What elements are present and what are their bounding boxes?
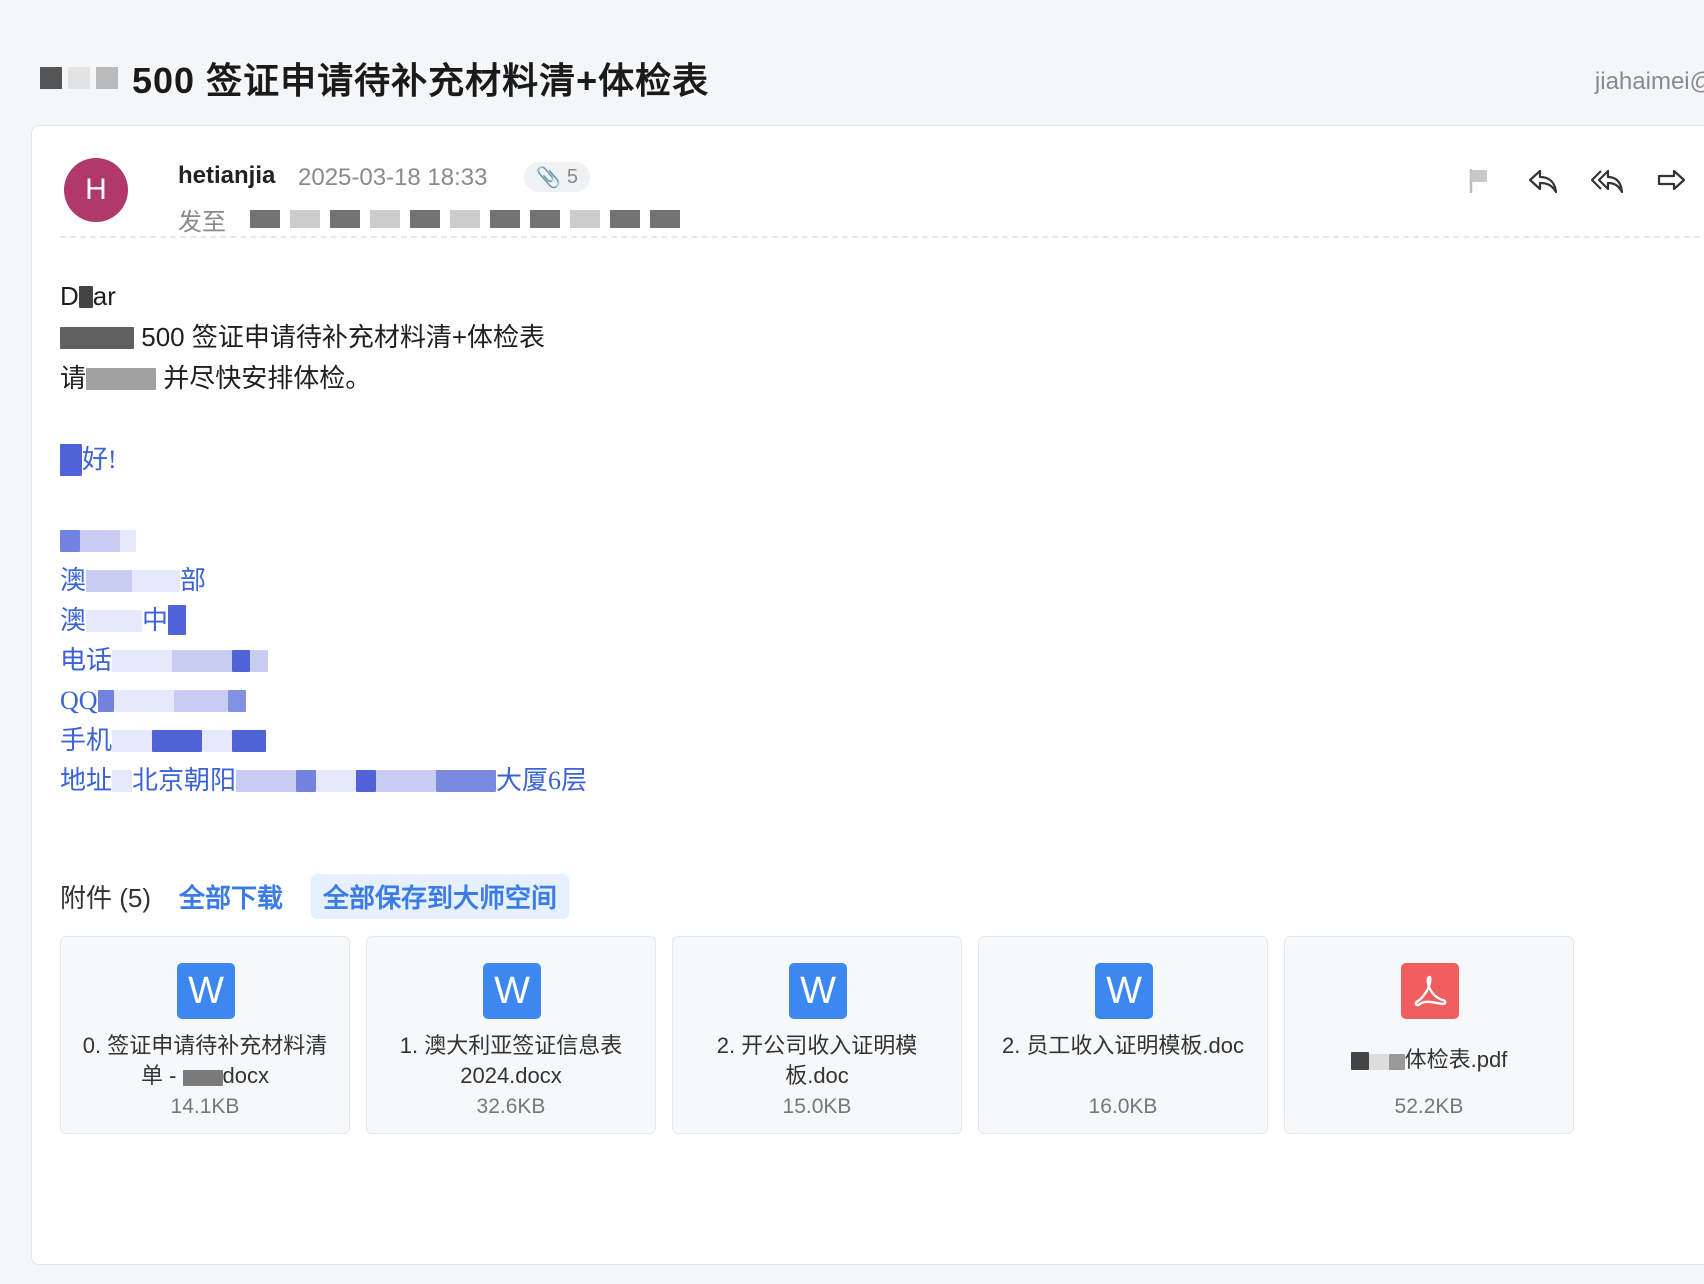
attachments-title: 附件 (5): [60, 882, 152, 913]
attachment-name: 2. 员工收入证明模板.doc: [1001, 1033, 1245, 1058]
attachment-size: 15.0KB: [782, 1095, 852, 1118]
mail-reader: 500 签证申请待补充材料清+体检表 jiahaimei@ H hetianji…: [0, 0, 1704, 1284]
reply-all-icon: [1591, 169, 1623, 194]
attachment-size: 16.0KB: [1088, 1095, 1158, 1118]
signature-phone: 电话: [60, 641, 1360, 681]
signature-line: 澳部: [60, 561, 1360, 601]
sender-row: H hetianjia 2025-03-18 18:33 📎 5 发至: [64, 154, 1704, 236]
word-file-icon: W: [1095, 963, 1153, 1019]
body-line: 请 并尽快安排体检。: [60, 358, 1360, 399]
body-text: ar: [92, 281, 116, 311]
attachments-header: 附件 (5) 全部下载 全部保存到大师空间: [60, 873, 570, 919]
redacted-block: [40, 67, 118, 89]
attachment-card[interactable]: 体检表.pdf 52.2KB: [1284, 936, 1574, 1134]
greeting-text: 好!: [82, 445, 117, 474]
flag-icon: [1469, 169, 1487, 193]
header-divider: [60, 236, 1704, 238]
signature-text: QQ: [60, 686, 98, 715]
attachment-card[interactable]: W 2. 员工收入证明模板.doc 16.0KB: [978, 936, 1268, 1134]
paperclip-icon: 📎: [536, 166, 561, 189]
attachment-size: 14.1KB: [170, 1095, 240, 1118]
signature-text: 部: [180, 566, 207, 595]
pdf-file-icon: [1401, 963, 1459, 1019]
mail-subject: 500 签证申请待补充材料清+体检表: [40, 52, 709, 104]
acrobat-icon: [1414, 975, 1447, 1007]
signature-text: 澳: [60, 566, 87, 595]
download-all-link[interactable]: 全部下载: [179, 878, 283, 915]
mail-card: H hetianjia 2025-03-18 18:33 📎 5 发至 D ar…: [31, 125, 1704, 1265]
signature-text: 地址: [60, 766, 113, 795]
signature-line: 澳中: [60, 601, 1360, 641]
signature-text: 手机: [60, 726, 113, 755]
body-line: 500 签证申请待补充材料清+体检表: [60, 317, 1360, 358]
forward-icon: [1657, 169, 1686, 191]
reply-button[interactable]: [1526, 164, 1560, 198]
to-label: 发至: [178, 209, 226, 236]
reply-icon: [1528, 169, 1558, 194]
sender-name[interactable]: hetianjia: [178, 162, 275, 190]
attachment-name: 2. 开公司收入证明模板.doc: [716, 1033, 918, 1088]
body-text: D: [60, 281, 79, 311]
body-text: 500 签证申请待补充材料清+体检表: [141, 322, 546, 352]
save-all-button[interactable]: 全部保存到大师空间: [311, 873, 570, 919]
account-address: jiahaimei@: [1594, 68, 1704, 95]
word-file-icon: W: [483, 963, 541, 1019]
word-file-icon: W: [789, 963, 847, 1019]
flag-button[interactable]: [1462, 164, 1496, 198]
greeting: 好!: [60, 440, 1360, 480]
attachment-card[interactable]: W 2. 开公司收入证明模板.doc 15.0KB: [672, 936, 962, 1134]
title-row: 500 签证申请待补充材料清+体检表 jiahaimei@: [40, 40, 1704, 110]
attachment-card[interactable]: W 0. 签证申请待补充材料清单 - docx 14.1KB: [60, 936, 350, 1134]
signature-qq: QQ: [60, 681, 1360, 721]
reply-all-button[interactable]: [1590, 164, 1624, 198]
attachment-badge[interactable]: 📎 5: [524, 162, 591, 192]
body-text: 并尽快安排体检。: [163, 363, 372, 393]
send-time: 2025-03-18 18:33: [298, 164, 488, 191]
signature-text: 北京朝阳: [132, 766, 237, 795]
attachment-name: 0. 签证申请待补充材料清单 - docx: [81, 1031, 329, 1091]
signature-text: 澳: [60, 606, 87, 635]
signature-text: 电话: [60, 646, 113, 675]
recipients-redacted[interactable]: [250, 210, 680, 228]
signature: 好! 澳部 澳中 电话 QQ 手机 地址 北京朝阳 大厦6层: [60, 440, 1360, 801]
body-line: Dar: [60, 276, 1360, 317]
attachment-size: 52.2KB: [1394, 1095, 1464, 1118]
signature-mobile: 手机: [60, 721, 1360, 761]
forward-button[interactable]: [1654, 164, 1688, 198]
attachment-count: 5: [566, 165, 579, 188]
mail-body: Dar 500 签证申请待补充材料清+体检表 请 并尽快安排体检。 好! 澳部 …: [60, 276, 1360, 801]
signature-text: 大厦6层: [496, 766, 588, 795]
signature-text: 中: [142, 606, 169, 635]
attachment-size: 32.6KB: [476, 1095, 546, 1118]
subject-text: 500 签证申请待补充材料清+体检表: [132, 60, 710, 101]
attachment-list: W 0. 签证申请待补充材料清单 - docx 14.1KB W 1. 澳大利亚…: [60, 936, 1574, 1134]
attachment-card[interactable]: W 1. 澳大利亚签证信息表2024.docx 32.6KB: [366, 936, 656, 1134]
attachment-name-text: 体检表.pdf: [1404, 1047, 1508, 1072]
signature-name: [60, 521, 1360, 561]
body-text: 请: [60, 363, 87, 393]
avatar[interactable]: H: [64, 158, 128, 222]
attachment-name-ext: docx: [222, 1063, 270, 1088]
attachment-name: 体检表.pdf: [1305, 1045, 1553, 1075]
signature-address: 地址 北京朝阳 大厦6层: [60, 761, 1360, 801]
word-file-icon: W: [177, 963, 235, 1019]
attachment-name: 1. 澳大利亚签证信息表2024.docx: [399, 1033, 623, 1088]
message-toolbar: [1462, 164, 1688, 198]
